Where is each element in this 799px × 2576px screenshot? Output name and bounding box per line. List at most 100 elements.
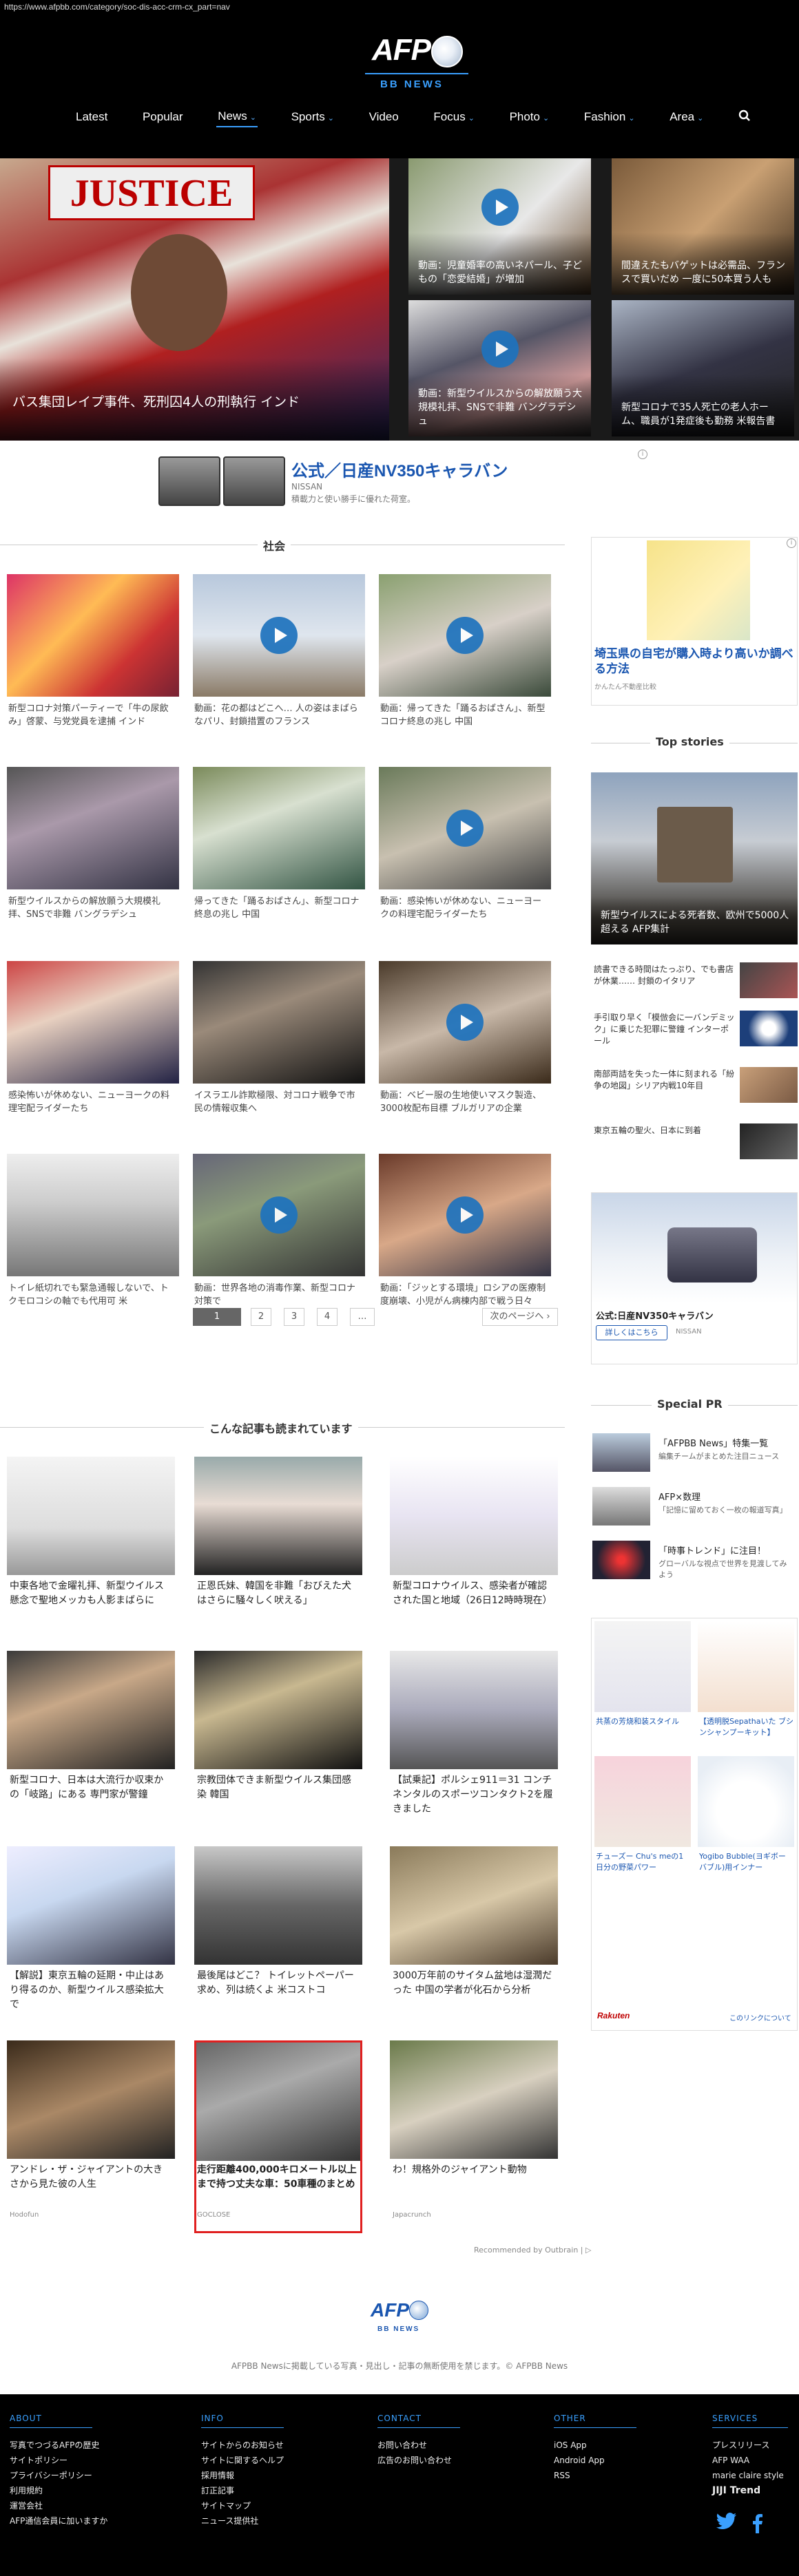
recommended-caption[interactable]: 新型コロナ、日本は大流行か収束かの「岐路」にある 専門家が警鐘 (10, 1773, 172, 1802)
top-story-main[interactable]: 新型ウイルスによる死者数、欧州で5000人超える AFP集計 (591, 772, 798, 944)
top-story-item[interactable]: 南部両詰を失った一体に刻まれる「紛争の地図」シリア内戦10年目 (591, 1066, 798, 1107)
recommended-caption[interactable]: 最後尾はどこ？ トイレットペーパー求め、列は続くよ 米コストコ (197, 1969, 360, 1998)
footer-link[interactable]: AFP通信会員に加いますか (10, 2513, 107, 2529)
recommended-card[interactable] (194, 2040, 362, 2233)
recommended-card[interactable] (194, 1846, 362, 1965)
url-bar[interactable]: https://www.afpbb.com/category/soc-dis-a… (0, 0, 799, 14)
recommended-caption[interactable]: 【解説】東京五輪の延期・中止はあり得るのか、新型ウイルス感染拡大で (10, 1969, 172, 2012)
footer-link[interactable]: marie claire style (712, 2468, 788, 2483)
article-caption[interactable]: 動画：帰ってきた「踊るおばさん」、新型コロナ終息の兆し 中国 (380, 702, 548, 728)
search-icon[interactable] (737, 107, 752, 128)
hero-main-story[interactable]: JUSTICE バス集団レイプ事件、死刑囚4人の刑執行 インド (0, 158, 389, 441)
article-caption[interactable]: 新型ウイルスからの解放願う大規模礼拝、SNSで非難 バングラデシュ (8, 895, 176, 921)
hero-story[interactable]: 新型コロナで35人死亡の老人ホーム、職員が1発症後も勤務 米報告書 (612, 300, 794, 436)
recommended-card[interactable] (390, 1651, 558, 1769)
recommended-card[interactable] (194, 1651, 362, 1769)
footer-link[interactable]: ニュース提供社 (201, 2513, 284, 2529)
article-card[interactable] (379, 961, 551, 1084)
article-card[interactable] (7, 574, 179, 697)
article-card[interactable] (193, 1154, 365, 1276)
article-card[interactable] (7, 767, 179, 889)
recommended-caption[interactable]: 3000万年前のサイタム盆地は湿潤だった 中国の学者が化石から分析 (393, 1969, 555, 1998)
facebook-icon[interactable] (751, 2513, 763, 2538)
nav-news[interactable]: News ⌄ (216, 107, 258, 127)
article-caption[interactable]: 新型コロナ対策パーティーで「牛の尿飲み」啓蒙、与党党員を逮捕 インド (8, 702, 176, 728)
footer-link[interactable]: サイトからのお知らせ (201, 2438, 284, 2453)
footer-link[interactable]: サイトポリシー (10, 2453, 107, 2468)
ad-info-icon[interactable]: i (787, 538, 796, 548)
footer-link[interactable]: iOS App (554, 2438, 636, 2453)
special-pr-item[interactable]: AFP×数理 「記憶に留めておく一枚の報道写真」 (591, 1487, 798, 1530)
nav-sports[interactable]: Sports ⌄ (290, 107, 335, 127)
rakuten-logo[interactable]: Rakuten (597, 2011, 630, 2020)
page-2[interactable]: 2 (251, 1308, 271, 1326)
sidebar-ad-map[interactable]: 埼玉県の自宅が購入時より高いか調べる方法 かんたん不動産比較 (591, 537, 798, 706)
nav-focus[interactable]: Focus ⌄ (432, 107, 476, 127)
footer-link[interactable]: お問い合わせ (377, 2438, 460, 2453)
recommended-caption[interactable]: 中東各地で金曜礼拝、新型ウイルス懸念で聖地メッカも人影まばらに (10, 1579, 172, 1608)
footer-link[interactable]: RSS (554, 2468, 636, 2483)
article-card[interactable] (379, 574, 551, 697)
footer-link[interactable]: 運営会社 (10, 2498, 107, 2513)
recommended-card[interactable] (194, 1457, 362, 1575)
afpbb-logo[interactable]: AFP BB NEWS (365, 33, 468, 96)
page-ellipsis[interactable]: … (350, 1308, 375, 1326)
nav-latest[interactable]: Latest (74, 107, 109, 127)
outbrain-credit[interactable]: Recommended by Outbrain | ▷ (474, 2246, 591, 2255)
article-card[interactable] (7, 1154, 179, 1276)
ad-cta-button[interactable]: 詳しくはこちら (596, 1325, 667, 1340)
next-page-button[interactable]: 次のページへ › (482, 1308, 558, 1326)
footer-link[interactable]: プライバシーポリシー (10, 2468, 107, 2483)
article-caption[interactable]: イスラエル詐欺極限、対コロナ戦争で市民の情報収集へ (194, 1089, 362, 1115)
footer-link[interactable]: AFP WAA (712, 2453, 788, 2468)
nav-fashion[interactable]: Fashion ⌄ (583, 107, 636, 127)
recommended-card[interactable] (7, 2040, 175, 2159)
recommended-caption[interactable]: 走行距離400,000キロメートル以上まで持つ丈夫な車：50車種のまとめ (197, 2163, 360, 2192)
nav-popular[interactable]: Popular (141, 107, 185, 127)
top-story-item[interactable]: 東京五輪の聖火、日本に到着 (591, 1122, 798, 1163)
article-caption[interactable]: 帰ってきた「踊るおばさん」、新型コロナ終息の兆し 中国 (194, 895, 362, 921)
article-caption[interactable]: 動画：ベビー服の生地使いマスク製造、3000枚配布目標 ブルガリアの企業 (380, 1089, 548, 1115)
about-link[interactable]: このリンクについて (729, 2012, 791, 2023)
article-caption[interactable]: 動画：世界各地の消毒作業、新型コロナ対策で (194, 1282, 362, 1308)
top-banner-ad[interactable]: 公式／日産NV350キャラバン NISSAN 積載力と使い勝手に優れた荷室。 (158, 454, 641, 509)
article-card[interactable] (379, 767, 551, 889)
recommended-card[interactable] (390, 1457, 558, 1575)
page-1[interactable]: 1 (193, 1308, 241, 1326)
recommended-card[interactable] (390, 2040, 558, 2159)
article-card[interactable] (193, 961, 365, 1084)
footer-link[interactable]: 利用規約 (10, 2483, 107, 2498)
footer-link[interactable]: サイトマップ (201, 2498, 284, 2513)
article-caption[interactable]: 動画：「ジッとする環境」ロシアの医療制度崩壊、小児がん病棟内部で戦う日々 (380, 1282, 548, 1308)
recommended-card[interactable] (390, 1846, 558, 1965)
special-pr-item[interactable]: 「AFPBB News」特集一覧 編集チームがまとめた注目ニュース (591, 1433, 798, 1476)
nav-area[interactable]: Area ⌄ (668, 107, 705, 127)
rakuten-item[interactable]: 共蒸の芳烧和装スタイル (592, 1618, 694, 1751)
recommended-caption[interactable]: 新型コロナウイルス、感染者が確認された国と地域（26日12時時現在） (393, 1579, 555, 1608)
footer-link[interactable]: JIJI Trend (712, 2483, 788, 2498)
article-card[interactable] (193, 767, 365, 889)
page-3[interactable]: 3 (284, 1308, 304, 1326)
nav-video[interactable]: Video (368, 107, 400, 127)
top-story-item[interactable]: 手引取り早く「模倣会に一バンデミック」に乗じた犯罪に警鐘 インターポール (591, 1009, 798, 1051)
rakuten-item[interactable]: Yogibo Bubble(ヨギボー バブル)用インナー (695, 1753, 797, 1886)
ad-info-icon[interactable]: i (638, 450, 647, 459)
rakuten-item[interactable]: 【透明脱Sepathaいた ブシンシャンプーキット】 (695, 1618, 797, 1751)
page-4[interactable]: 4 (317, 1308, 338, 1326)
recommended-card[interactable] (7, 1846, 175, 1965)
article-caption[interactable]: トイレ紙切れでも緊急通報しないで、トクモロコシの軸でも代用可 米 (8, 1282, 176, 1308)
footer-link[interactable]: サイトに関するヘルプ (201, 2453, 284, 2468)
article-card[interactable] (193, 574, 365, 697)
recommended-caption[interactable]: わ！規格外のジャイアント動物 (393, 2163, 555, 2177)
article-caption[interactable]: 感染怖いが休めない、ニューヨークの料理宅配ライダーたち (8, 1089, 176, 1115)
footer-link[interactable]: 採用情報 (201, 2468, 284, 2483)
footer-link[interactable]: プレスリリース (712, 2438, 788, 2453)
twitter-icon[interactable] (716, 2513, 737, 2535)
recommended-card[interactable] (7, 1651, 175, 1769)
article-card[interactable] (7, 961, 179, 1084)
sidebar-ad-nissan[interactable]: 公式:日産NV350キャラバン 詳しくはこちら NISSAN (591, 1192, 798, 1364)
hero-story[interactable]: 動画：児童婚率の高いネパール、子どもの「恋愛結婚」が増加 (408, 158, 591, 295)
article-card[interactable] (379, 1154, 551, 1276)
article-caption[interactable]: 動画：花の都はどこへ… 人の姿はまばらなパリ、封鎖措置のフランス (194, 702, 362, 728)
footer-link[interactable]: Android App (554, 2453, 636, 2468)
